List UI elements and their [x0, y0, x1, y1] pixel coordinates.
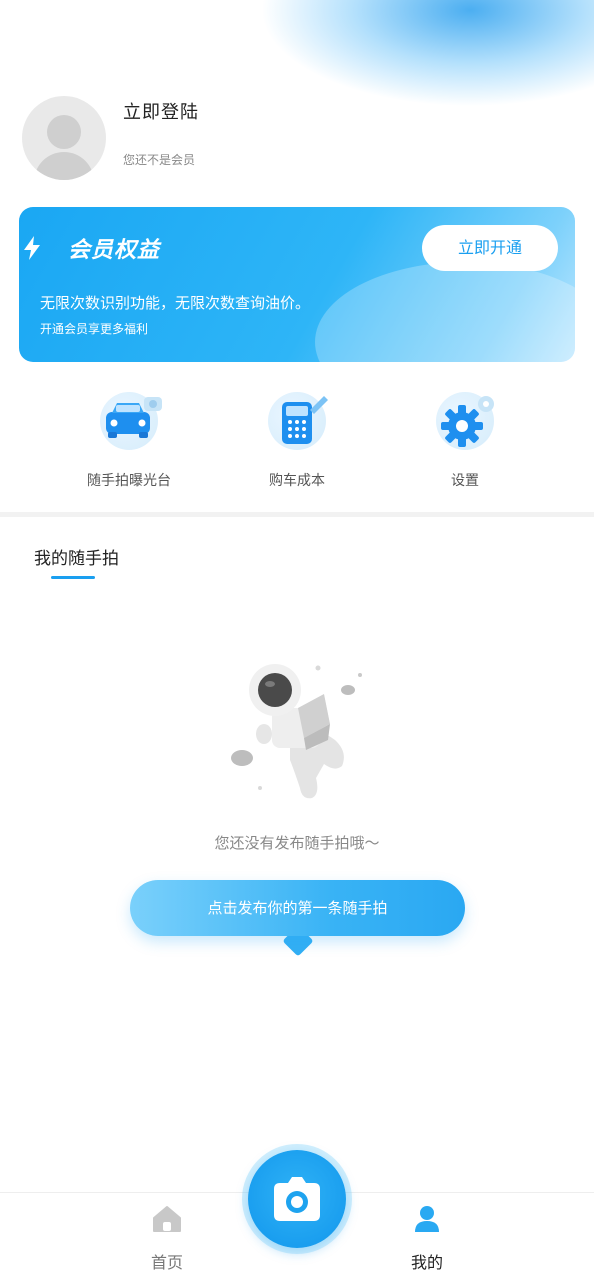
profile-page: 立即登陆 您还不是会员 会员权益 立即开通 无限次数识别功能，无限次数查询油价。… [0, 0, 594, 1280]
camera-publish-button[interactable] [248, 1150, 346, 1248]
shortcut-exposure[interactable]: 随手拍曝光台 [54, 392, 204, 490]
avatar-body [34, 152, 94, 180]
member-card-subtext: 开通会员享更多福利 [40, 322, 149, 336]
nav-item-home[interactable]: 首页 [117, 1205, 217, 1273]
avatar[interactable] [22, 96, 106, 180]
nav-home-label: 首页 [150, 1253, 183, 1272]
shortcut-car-cost[interactable]: 购车成本 [222, 392, 372, 490]
nav-mine-label: 我的 [410, 1253, 443, 1272]
user-icon [415, 1206, 439, 1232]
open-membership-button[interactable]: 立即开通 [422, 225, 558, 271]
shortcut-exposure-label: 随手拍曝光台 [87, 473, 171, 489]
home-icon [153, 1206, 181, 1232]
section-divider [0, 512, 594, 517]
member-card-description: 无限次数识别功能，无限次数查询油价。 [40, 294, 311, 312]
member-status-text: 您还不是会员 [123, 153, 196, 167]
avatar-head [47, 115, 81, 149]
publish-first-post-button[interactable]: 点击发布你的第一条随手拍 [130, 880, 465, 936]
car-camera-icon [100, 392, 162, 450]
login-link[interactable]: 立即登陆 [123, 98, 199, 124]
calculator-icon [268, 392, 328, 450]
nav-item-mine[interactable]: 我的 [377, 1205, 477, 1273]
shortcut-settings-label: 设置 [451, 473, 479, 489]
shortcut-car-cost-label: 购车成本 [269, 473, 325, 489]
lightning-icon [24, 236, 40, 260]
gear-icon [436, 392, 494, 450]
shortcut-settings[interactable]: 设置 [390, 392, 540, 490]
member-card-title: 会员权益 [68, 238, 161, 263]
astronaut-illustration [231, 664, 362, 799]
section-title[interactable]: 我的随手拍 [34, 544, 119, 569]
camera-icon [274, 1177, 320, 1221]
section-title-underline [51, 576, 95, 579]
empty-state-message: 您还没有发布随手拍哦～ [214, 834, 380, 852]
